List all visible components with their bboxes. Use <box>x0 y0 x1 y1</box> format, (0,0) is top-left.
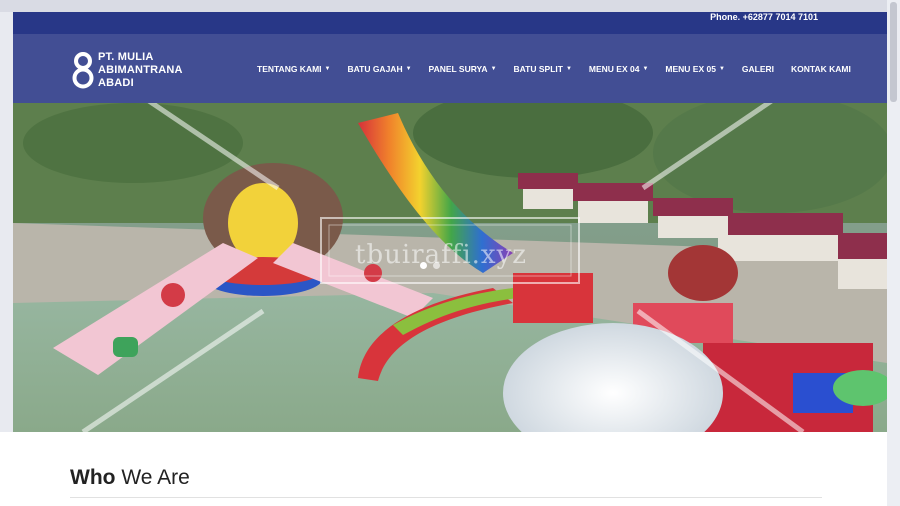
nav-label: KONTAK KAMI <box>791 63 851 74</box>
chevron-down-icon: ▼ <box>490 65 497 72</box>
nav-label: BATU GAJAH <box>347 63 403 74</box>
nav-item-menu-ex-05[interactable]: MENU EX 05 ▼ <box>665 64 725 74</box>
logo-line-2: ABIMANTRANA <box>98 63 183 76</box>
nav-label: GALERI <box>741 63 775 74</box>
section-title: Who We Are <box>70 466 190 490</box>
chevron-down-icon: ▼ <box>718 65 725 72</box>
chevron-down-icon: ▼ <box>324 65 331 72</box>
chevron-down-icon: ▼ <box>642 65 649 72</box>
nav-item-tentang-kami[interactable]: TENTANG KAMI ▼ <box>257 64 330 74</box>
section-title-bold: Who <box>70 466 116 489</box>
nav-label: PANEL SURYA <box>428 63 488 74</box>
slider-dot-2[interactable] <box>433 262 440 269</box>
scrollbar-thumb[interactable] <box>890 2 897 102</box>
nav-label: TENTANG KAMI <box>257 63 322 74</box>
phone-number[interactable]: Phone. +62877 7014 7101 <box>710 12 818 22</box>
logo-line-1: PT. MULIA <box>98 50 154 63</box>
nav-label: BATU SPLIT <box>513 63 563 74</box>
section-divider <box>70 497 822 498</box>
nav-item-batu-gajah[interactable]: BATU GAJAH ▼ <box>347 64 411 74</box>
nav-item-kontak-kami[interactable]: KONTAK KAMI <box>791 64 851 74</box>
browser-top-band <box>0 0 900 12</box>
logo-mark-icon <box>70 50 96 90</box>
slider-pagination <box>420 262 446 269</box>
nav-item-panel-surya[interactable]: PANEL SURYA ▼ <box>429 64 497 74</box>
slider-dot-1[interactable] <box>420 262 427 269</box>
section-title-rest: We Are <box>115 466 190 489</box>
nav-label: MENU EX 05 <box>665 63 716 74</box>
nav-item-batu-split[interactable]: BATU SPLIT ▼ <box>514 64 572 74</box>
site-logo[interactable]: PT. MULIA ABIMANTRANA ABADI <box>70 48 200 92</box>
logo-text: PT. MULIA ABIMANTRANA ABADI <box>98 51 183 90</box>
nav-item-galeri[interactable]: GALERI <box>742 64 774 74</box>
main-navbar: PT. MULIA ABIMANTRANA ABADI TENTANG KAMI… <box>13 34 887 103</box>
chevron-down-icon: ▼ <box>565 65 572 72</box>
left-margin-strip <box>0 12 13 432</box>
page: Phone. +62877 7014 7101 PT. MULIA ABIMAN… <box>0 0 900 506</box>
logo-line-3: ABADI <box>98 76 134 89</box>
top-contact-bar: Phone. +62877 7014 7101 <box>13 12 887 34</box>
main-menu: TENTANG KAMI ▼ BATU GAJAH ▼ PANEL SURYA … <box>257 34 868 103</box>
chevron-down-icon: ▼ <box>405 65 412 72</box>
nav-label: MENU EX 04 <box>588 63 640 74</box>
nav-item-menu-ex-04[interactable]: MENU EX 04 ▼ <box>589 64 649 74</box>
